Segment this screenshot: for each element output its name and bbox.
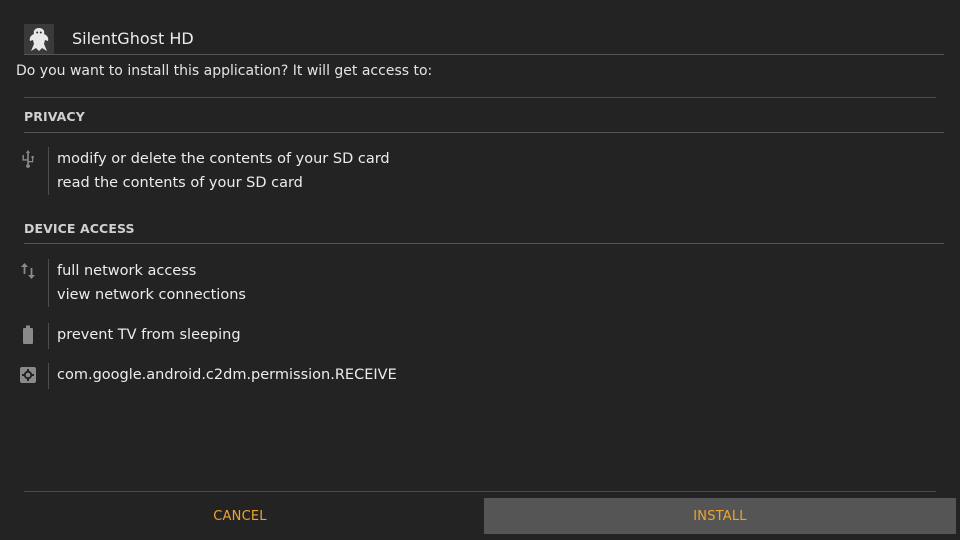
prompt-divider — [24, 97, 936, 98]
permission-group-divider — [48, 147, 49, 195]
permission-group-divider — [48, 259, 49, 307]
section-title-device-access: DEVICE ACCESS — [24, 221, 135, 236]
ghost-app-icon — [24, 24, 54, 54]
cancel-button[interactable]: CANCEL — [0, 498, 480, 534]
app-header: SilentGhost HD — [24, 24, 194, 54]
permission-item: modify or delete the contents of your SD… — [57, 151, 390, 167]
permission-item: read the contents of your SD card — [57, 175, 303, 191]
install-permissions-screen: SilentGhost HD Do you want to install th… — [0, 0, 960, 540]
permission-item: full network access — [57, 263, 197, 279]
install-button[interactable]: INSTALL — [484, 498, 956, 534]
permission-item: com.google.android.c2dm.permission.RECEI… — [57, 367, 397, 383]
app-name: SilentGhost HD — [72, 29, 194, 48]
gear-icon — [16, 365, 40, 385]
permission-group-other: com.google.android.c2dm.permission.RECEI… — [16, 363, 936, 389]
permission-lines: full network access view network connect… — [57, 259, 246, 307]
network-arrows-icon — [16, 261, 40, 281]
install-prompt: Do you want to install this application?… — [16, 63, 433, 79]
permission-group-power: prevent TV from sleeping — [16, 323, 936, 349]
header-divider — [24, 54, 944, 55]
battery-icon — [16, 325, 40, 345]
footer-divider — [24, 491, 936, 492]
permission-item: prevent TV from sleeping — [57, 327, 241, 343]
permission-lines: com.google.android.c2dm.permission.RECEI… — [57, 363, 397, 387]
permission-group-storage: modify or delete the contents of your SD… — [16, 147, 936, 195]
usb-icon — [16, 149, 40, 169]
permission-group-divider — [48, 363, 49, 389]
permission-lines: prevent TV from sleeping — [57, 323, 241, 347]
permission-group-network: full network access view network connect… — [16, 259, 936, 307]
permission-item: view network connections — [57, 287, 246, 303]
permission-group-divider — [48, 323, 49, 349]
privacy-divider — [24, 132, 944, 133]
device-access-divider — [24, 243, 944, 244]
section-title-privacy: PRIVACY — [24, 109, 85, 124]
permission-lines: modify or delete the contents of your SD… — [57, 147, 390, 195]
